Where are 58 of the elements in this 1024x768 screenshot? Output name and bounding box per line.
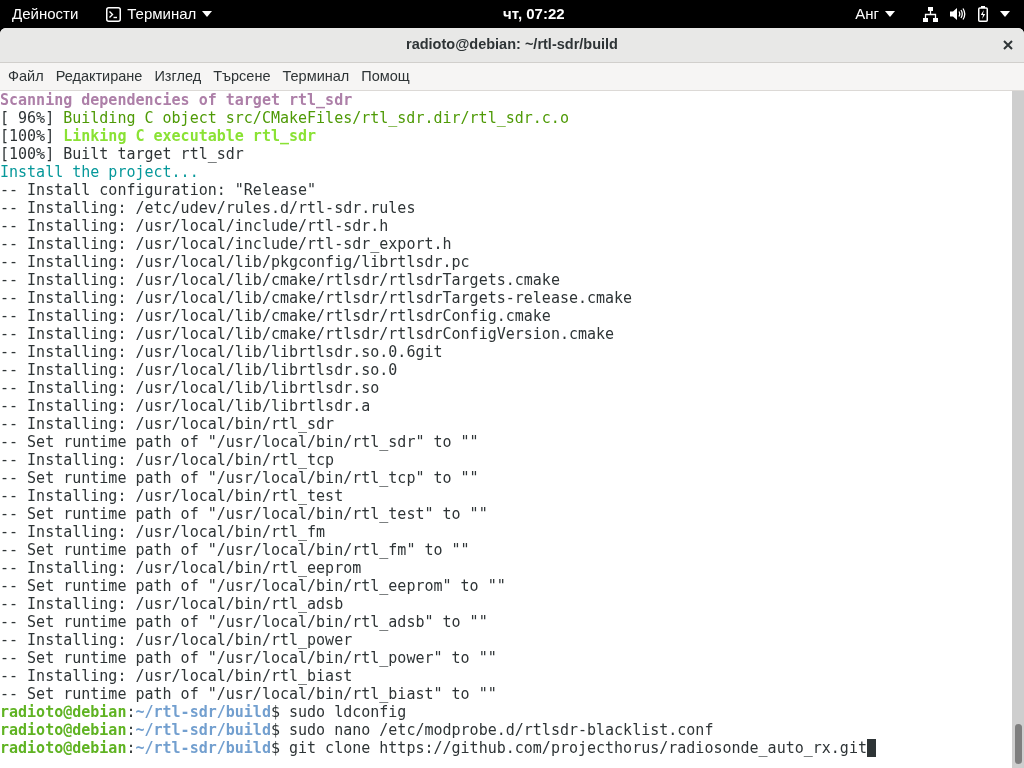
scrollbar-thumb[interactable] xyxy=(1015,724,1022,764)
output-line: -- Installing: /usr/local/include/rtl-sdr_export.h xyxy=(0,235,453,253)
keyboard-layout-button[interactable]: Анг xyxy=(849,0,901,28)
menu-item[interactable]: Търсене xyxy=(207,63,277,90)
clock[interactable]: чт, 07:22 xyxy=(496,0,571,28)
prompt-line: radioto@debian:~/rtl-sdr/build$ sudo ldconfig xyxy=(0,703,408,721)
output-line: -- Set runtime path of "/usr/local/bin/rtl_fm" to "" xyxy=(0,541,471,559)
menu-item[interactable]: Файл xyxy=(2,63,50,90)
app-menu-button[interactable]: Терминал xyxy=(100,0,219,28)
output-line: Install the project... xyxy=(0,163,200,181)
output-line: -- Installing: /usr/local/lib/pkgconfig/librtlsdr.pc xyxy=(0,253,471,271)
output-line: -- Installing: /usr/local/lib/librtlsdr.so xyxy=(0,379,381,397)
output-line: -- Install configuration: "Release" xyxy=(0,181,318,199)
output-line: Scanning dependencies of target rtl_sdr xyxy=(0,91,354,109)
terminal-icon xyxy=(106,6,122,22)
output-line: -- Installing: /usr/local/lib/librtlsdr.so.0 xyxy=(0,361,399,379)
output-line: -- Installing: /usr/local/lib/cmake/rtlsdr/rtlsdrTargets.cmake xyxy=(0,271,561,289)
caret-icon xyxy=(202,11,213,17)
output-line: [ 96%] Building C object src/CMakeFiles/rtl_sdr.dir/rtl_sdr.c.o xyxy=(0,109,570,127)
battery-icon xyxy=(978,6,988,22)
output-line: -- Installing: /usr/local/bin/rtl_tcp xyxy=(0,451,336,469)
menu-item[interactable]: Терминал xyxy=(276,63,356,90)
network-icon xyxy=(923,6,938,22)
window-title: radioto@debian: ~/rtl-sdr/build xyxy=(406,35,618,55)
output-line: -- Set runtime path of "/usr/local/bin/rtl_biast" to "" xyxy=(0,685,498,703)
output-line: -- Set runtime path of "/usr/local/bin/rtl_power" to "" xyxy=(0,649,498,667)
output-line: -- Installing: /usr/local/bin/rtl_adsb xyxy=(0,595,345,613)
output-line: -- Installing: /usr/local/bin/rtl_power xyxy=(0,631,354,649)
output-line: -- Set runtime path of "/usr/local/bin/rtl_adsb" to "" xyxy=(0,613,489,631)
output-line: -- Set runtime path of "/usr/local/bin/rtl_sdr" to "" xyxy=(0,433,480,451)
output-line: -- Installing: /usr/local/bin/rtl_eeprom xyxy=(0,559,363,577)
output-line: -- Installing: /usr/local/include/rtl-sdr.h xyxy=(0,217,390,235)
prompt-line: radioto@debian:~/rtl-sdr/build$ sudo nano /etc/modprobe.d/rtlsdr-blacklist.conf xyxy=(0,721,715,739)
output-line: -- Set runtime path of "/usr/local/bin/rtl_tcp" to "" xyxy=(0,469,480,487)
output-line: -- Installing: /usr/local/bin/rtl_fm xyxy=(0,523,327,541)
menu-item[interactable]: Изглед xyxy=(148,63,208,90)
caret-icon xyxy=(885,11,895,17)
menu-item[interactable]: Редактиране xyxy=(49,63,149,90)
menu-item[interactable]: Помощ xyxy=(355,63,416,90)
output-line: -- Installing: /usr/local/bin/rtl_test xyxy=(0,487,345,505)
scrollbar-track[interactable] xyxy=(1012,91,1024,768)
prompt-line: radioto@debian:~/rtl-sdr/build$ git clone https://github.com/projecthorus/radiosonde_auto_rx.git xyxy=(0,739,1012,757)
output-line: [100%] Built target rtl_sdr xyxy=(0,145,245,163)
output-line: -- Set runtime path of "/usr/local/bin/rtl_eeprom" to "" xyxy=(0,577,507,595)
volume-icon xyxy=(950,7,966,21)
output-line: -- Installing: /usr/local/lib/cmake/rtlsdr/rtlsdrConfigVersion.cmake xyxy=(0,325,616,343)
output-line: -- Installing: /usr/local/lib/librtlsdr.so.0.6git xyxy=(0,343,444,361)
caret-icon xyxy=(1000,11,1010,17)
output-line: -- Installing: /usr/local/lib/cmake/rtlsdr/rtlsdrTargets-release.cmake xyxy=(0,289,634,307)
output-line: -- Installing: /usr/local/bin/rtl_biast xyxy=(0,667,354,685)
output-line: -- Installing: /usr/local/bin/rtl_sdr xyxy=(0,415,336,433)
output-line: [100%] Linking C executable rtl_sdr xyxy=(0,127,318,145)
activities-button[interactable]: Дейности xyxy=(6,0,85,28)
output-line: -- Installing: /etc/udev/rules.d/rtl-sdr.rules xyxy=(0,199,417,217)
output-line: -- Set runtime path of "/usr/local/bin/rtl_test" to "" xyxy=(0,505,489,523)
output-line: -- Installing: /usr/local/lib/cmake/rtlsdr/rtlsdrConfig.cmake xyxy=(0,307,552,325)
close-icon xyxy=(1003,40,1013,50)
output-line: -- Installing: /usr/local/lib/librtlsdr.a xyxy=(0,397,372,415)
